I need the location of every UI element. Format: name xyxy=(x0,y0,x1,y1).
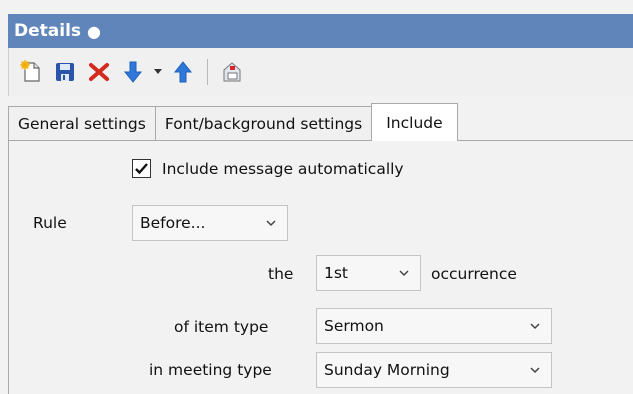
meeting-type-select-value: Sunday Morning xyxy=(324,361,450,379)
move-down-button[interactable] xyxy=(119,58,147,86)
chevron-down-icon xyxy=(399,270,409,277)
move-up-icon xyxy=(173,61,193,83)
new-item-button[interactable] xyxy=(17,58,45,86)
print-button[interactable] xyxy=(218,58,246,86)
include-auto-checkbox-row[interactable]: Include message automatically xyxy=(132,159,404,178)
occurrence-select-value: 1st xyxy=(324,264,349,282)
details-window: Details ● General settings Font/backgrou… xyxy=(0,0,633,394)
delete-button[interactable] xyxy=(85,58,113,86)
checkmark-icon xyxy=(135,163,148,175)
include-panel: Include message automatically Rule Befor… xyxy=(8,140,633,394)
occurrence-prefix-label: the xyxy=(268,265,294,283)
details-title: Details xyxy=(14,21,82,41)
occurrence-suffix-label: occurrence xyxy=(431,265,517,283)
chevron-down-icon xyxy=(530,323,540,330)
move-up-button[interactable] xyxy=(169,58,197,86)
tab-include[interactable]: Include xyxy=(371,103,458,141)
rule-select[interactable]: Before... xyxy=(132,205,288,241)
details-header: Details ● xyxy=(8,14,633,48)
save-icon xyxy=(56,63,74,81)
move-down-icon xyxy=(123,61,143,83)
move-down-dropdown[interactable] xyxy=(153,58,163,86)
item-type-select[interactable]: Sermon xyxy=(316,308,552,344)
rule-select-value: Before... xyxy=(140,214,206,232)
chevron-down-icon xyxy=(154,69,162,74)
print-icon xyxy=(223,62,241,82)
item-type-select-value: Sermon xyxy=(324,317,384,335)
include-auto-label: Include message automatically xyxy=(162,159,404,178)
new-item-icon xyxy=(20,60,40,82)
toolbar-separator xyxy=(207,59,208,85)
toolbar xyxy=(8,48,633,96)
tab-font-background-settings[interactable]: Font/background settings xyxy=(154,106,373,140)
save-button[interactable] xyxy=(51,58,79,86)
delete-icon xyxy=(89,63,109,81)
occurrence-select[interactable]: 1st xyxy=(316,255,421,291)
meeting-type-select[interactable]: Sunday Morning xyxy=(316,352,552,388)
tab-general-settings[interactable]: General settings xyxy=(8,106,156,140)
include-auto-checkbox[interactable] xyxy=(132,159,151,178)
meeting-type-label: in meeting type xyxy=(149,361,272,379)
rule-label: Rule xyxy=(33,214,67,232)
item-type-label: of item type xyxy=(174,318,269,336)
chevron-down-icon xyxy=(530,367,540,374)
tab-strip: General settings Font/background setting… xyxy=(8,103,458,141)
chevron-down-icon xyxy=(266,220,276,227)
modified-indicator-dot: ● xyxy=(87,21,101,41)
